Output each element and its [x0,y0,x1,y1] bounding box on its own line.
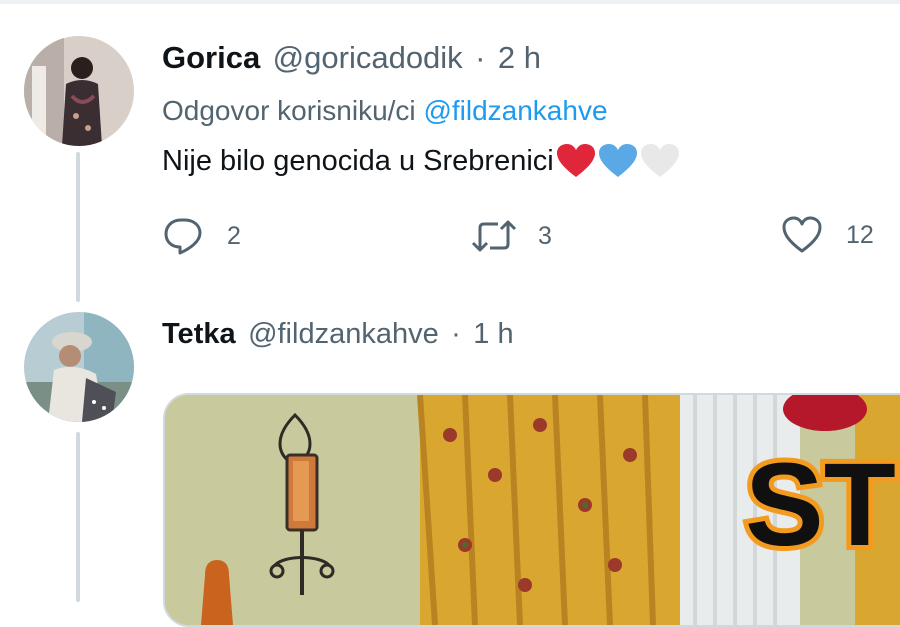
retweet-count: 3 [538,221,552,250]
thread-connector [76,432,80,602]
tweet-body: Nije bilo genocida u Srebrenici [162,144,554,177]
tweet-header: Gorica @goricadodik · 2 h [162,40,541,76]
reply-button[interactable]: 2 [163,216,241,256]
reply-count: 2 [227,221,241,250]
avatar[interactable] [24,36,134,146]
separator-dot: · [475,40,486,75]
white-heart-icon [640,144,679,177]
tweet-text: Nije bilo genocida u Srebrenici [162,143,680,179]
display-name[interactable]: Gorica [162,40,260,75]
like-button[interactable]: 12 [782,216,874,254]
user-handle[interactable]: @fildzankahve [248,318,439,350]
reply-prefix: Odgovor korisniku/ci [162,95,416,126]
curtain [417,395,680,625]
tweet-media-image[interactable]: ST [163,393,900,627]
emoji-group [556,143,680,179]
reply-mention-link[interactable]: @fildzankahve [423,95,607,126]
timestamp[interactable]: 1 h [473,318,513,350]
blue-heart-icon [598,144,637,177]
display-name[interactable]: Tetka [162,318,236,350]
reply-icon [164,218,202,255]
avatar[interactable] [24,312,134,422]
separator-dot: · [451,318,461,350]
retweet-icon [471,220,517,252]
tweet-header: Tetka @fildzankahve · 1 h [162,318,514,351]
retweet-button[interactable]: 3 [470,216,552,256]
timestamp[interactable]: 2 h [498,40,541,75]
like-icon [782,216,822,253]
thread-connector [76,152,80,302]
media-overlay-text: ST [745,439,896,571]
reply-context: Odgovor korisniku/ci @fildzankahve [162,95,608,127]
red-heart-icon [556,144,595,177]
top-divider [0,0,900,4]
user-handle[interactable]: @goricadodik [273,40,463,75]
like-count: 12 [846,220,874,249]
